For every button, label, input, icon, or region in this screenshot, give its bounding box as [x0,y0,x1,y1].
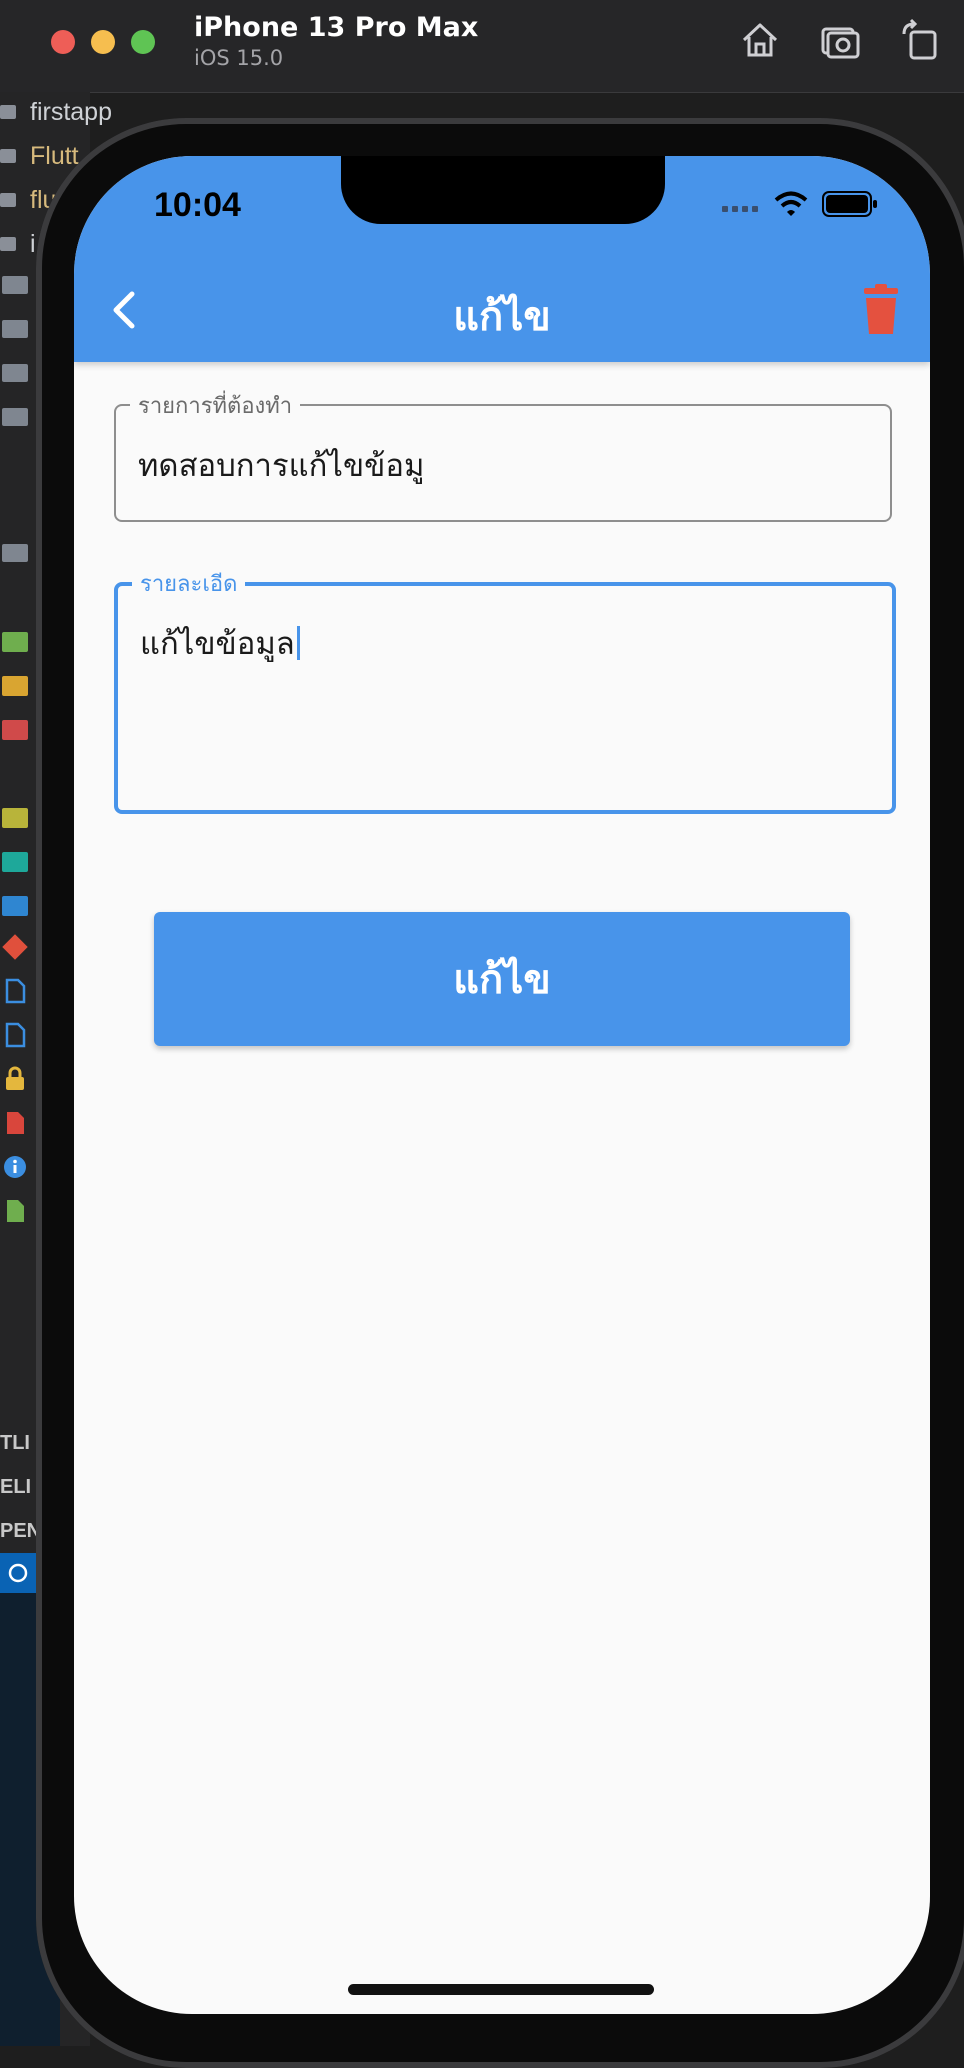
panel-header[interactable]: ELI [0,1476,31,1499]
panel-header[interactable]: TLI [0,1432,30,1455]
save-button[interactable]: แก้ไข [154,912,850,1046]
file-icon [5,1022,26,1048]
code-file-icon [7,1200,24,1222]
folder-icon [2,632,28,652]
rotate-icon[interactable] [898,18,942,62]
folder-icon [0,193,16,207]
todo-detail-field[interactable]: รายละเอีด แก้ไขข้อมูล [114,566,896,814]
status-icons [720,190,878,218]
folder-icon [0,237,16,251]
todo-title-label: รายการที่ต้องทำ [130,388,301,423]
folder-icon [2,720,28,740]
status-time: 10:04 [154,186,241,224]
delete-button[interactable] [856,282,906,338]
git-icon [2,934,28,960]
todo-title-value: ทดสอบการแก้ไขข้อมู [138,448,425,484]
lock-icon [6,1066,24,1090]
battery-icon [822,191,877,217]
folder-icon [2,676,28,696]
todo-title-field[interactable]: รายการที่ต้องทำ ทดสอบการแก้ไขข้อมู [114,388,892,522]
folder-icon [0,105,16,119]
signal-icon [722,206,758,212]
panel-header[interactable]: PEN [0,1520,41,1543]
folder-icon [2,852,28,872]
folder-icon [2,320,28,338]
todo-detail-label: รายละเอีด [132,566,246,601]
folder-icon [2,896,28,916]
folder-icon [2,808,28,828]
file-icon [5,978,26,1004]
screenshot-icon[interactable] [818,18,862,62]
notch [341,156,665,224]
phone-screen: 10:04 แก้ไข รายการที่ต้องทำ ทดสอบการแก้ไ… [74,156,930,2014]
zoom-window-button[interactable] [131,30,155,54]
page-title: แก้ไข [453,294,551,340]
app-bar: 10:04 แก้ไข [74,156,930,362]
tree-item[interactable]: i [0,226,36,262]
home-indicator[interactable] [348,1984,654,1995]
tree-item[interactable]: firstapp [0,94,112,130]
home-icon[interactable] [738,18,782,62]
folder-icon [0,149,16,163]
text-caret [296,626,300,660]
folder-icon [2,544,28,562]
os-version: iOS 15.0 [194,46,284,70]
folder-icon [2,276,28,294]
folder-icon [2,408,28,426]
info-icon [4,1156,26,1178]
simulator-title-bar: iPhone 13 Pro Max iOS 15.0 [0,0,964,93]
close-window-button[interactable] [51,30,75,54]
pdf-icon [7,1112,24,1134]
minimize-window-button[interactable] [91,30,115,54]
device-name: iPhone 13 Pro Max [194,12,479,43]
sync-icon [8,1563,28,1583]
tree-item[interactable]: Flutt [0,138,79,174]
sync-status[interactable] [0,1553,36,1593]
folder-icon [2,364,28,382]
wifi-icon [774,191,808,216]
todo-detail-value: แก้ไขข้อมูล [140,618,300,668]
